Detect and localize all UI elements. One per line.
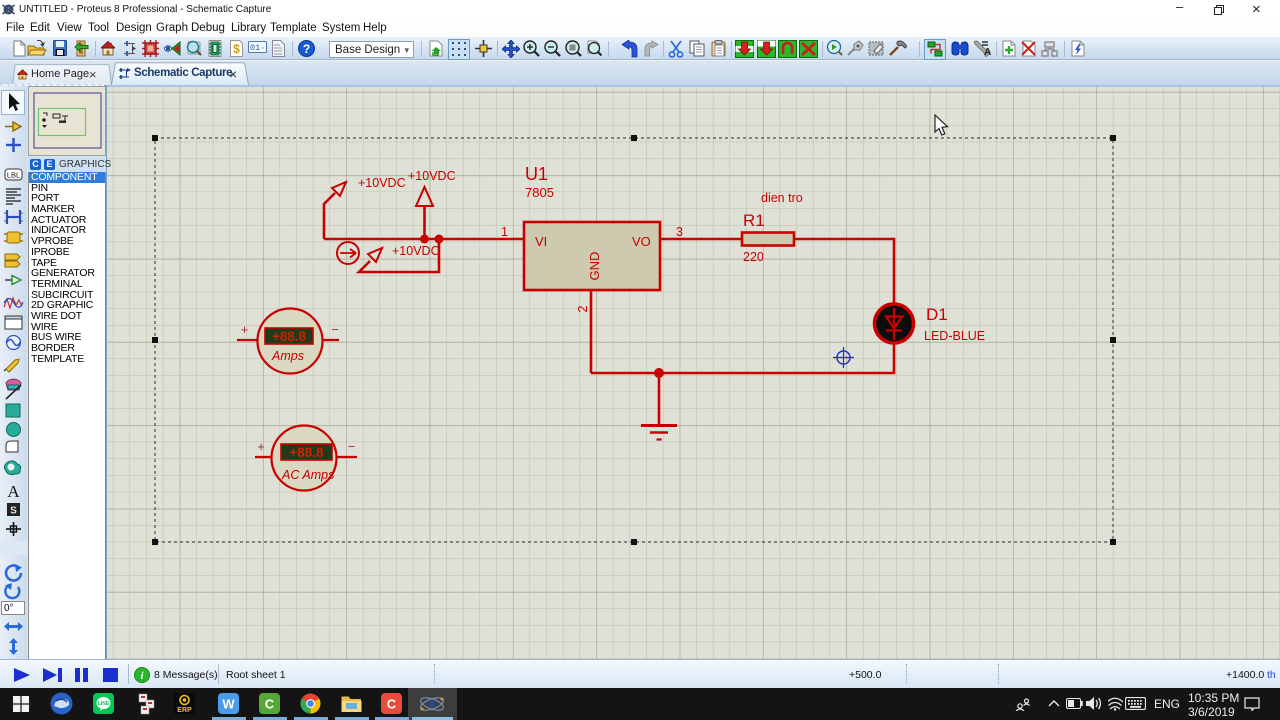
svg-text:ERP: ERP — [177, 707, 192, 714]
svg-text:VI: VI — [535, 234, 547, 249]
svg-text:VO: VO — [632, 234, 651, 249]
svg-text:−: − — [348, 439, 356, 454]
svg-text:A: A — [7, 482, 20, 501]
svg-text:U1: U1 — [525, 164, 548, 184]
svg-text:$: $ — [233, 42, 240, 56]
svg-text:AC Amps: AC Amps — [281, 468, 334, 482]
svg-text:R1: R1 — [743, 211, 765, 230]
svg-text:LINE: LINE — [98, 701, 110, 707]
svg-text:C: C — [265, 697, 275, 712]
svg-text:C: C — [387, 697, 397, 712]
svg-text:2: 2 — [576, 305, 590, 312]
svg-text:dien tro: dien tro — [761, 191, 803, 205]
svg-text:7805: 7805 — [525, 185, 554, 200]
svg-text:01··: 01·· — [250, 43, 267, 53]
svg-text:?: ? — [303, 42, 310, 56]
svg-text:W: W — [222, 697, 235, 712]
svg-text:GND: GND — [587, 252, 602, 281]
svg-text:+: + — [257, 439, 265, 454]
svg-text:+10VDC: +10VDC — [358, 176, 406, 190]
svg-text:D1: D1 — [926, 305, 948, 324]
svg-text:3: 3 — [676, 225, 683, 239]
svg-text:Amps: Amps — [271, 349, 304, 363]
svg-text:220: 220 — [743, 250, 764, 264]
svg-text:+88.8: +88.8 — [272, 329, 307, 344]
svg-text:A: A — [984, 47, 991, 57]
svg-text:1: 1 — [501, 225, 508, 239]
svg-text:LBL: LBL — [7, 171, 20, 180]
svg-text:+10VDC: +10VDC — [392, 244, 440, 258]
svg-text:S: S — [10, 506, 17, 517]
svg-text:+10VDC: +10VDC — [408, 169, 456, 183]
svg-text:+: + — [241, 322, 249, 337]
svg-text:LED-BLUE: LED-BLUE — [924, 329, 985, 343]
svg-text:+88.8: +88.8 — [289, 445, 324, 460]
svg-text:−: − — [331, 322, 339, 337]
